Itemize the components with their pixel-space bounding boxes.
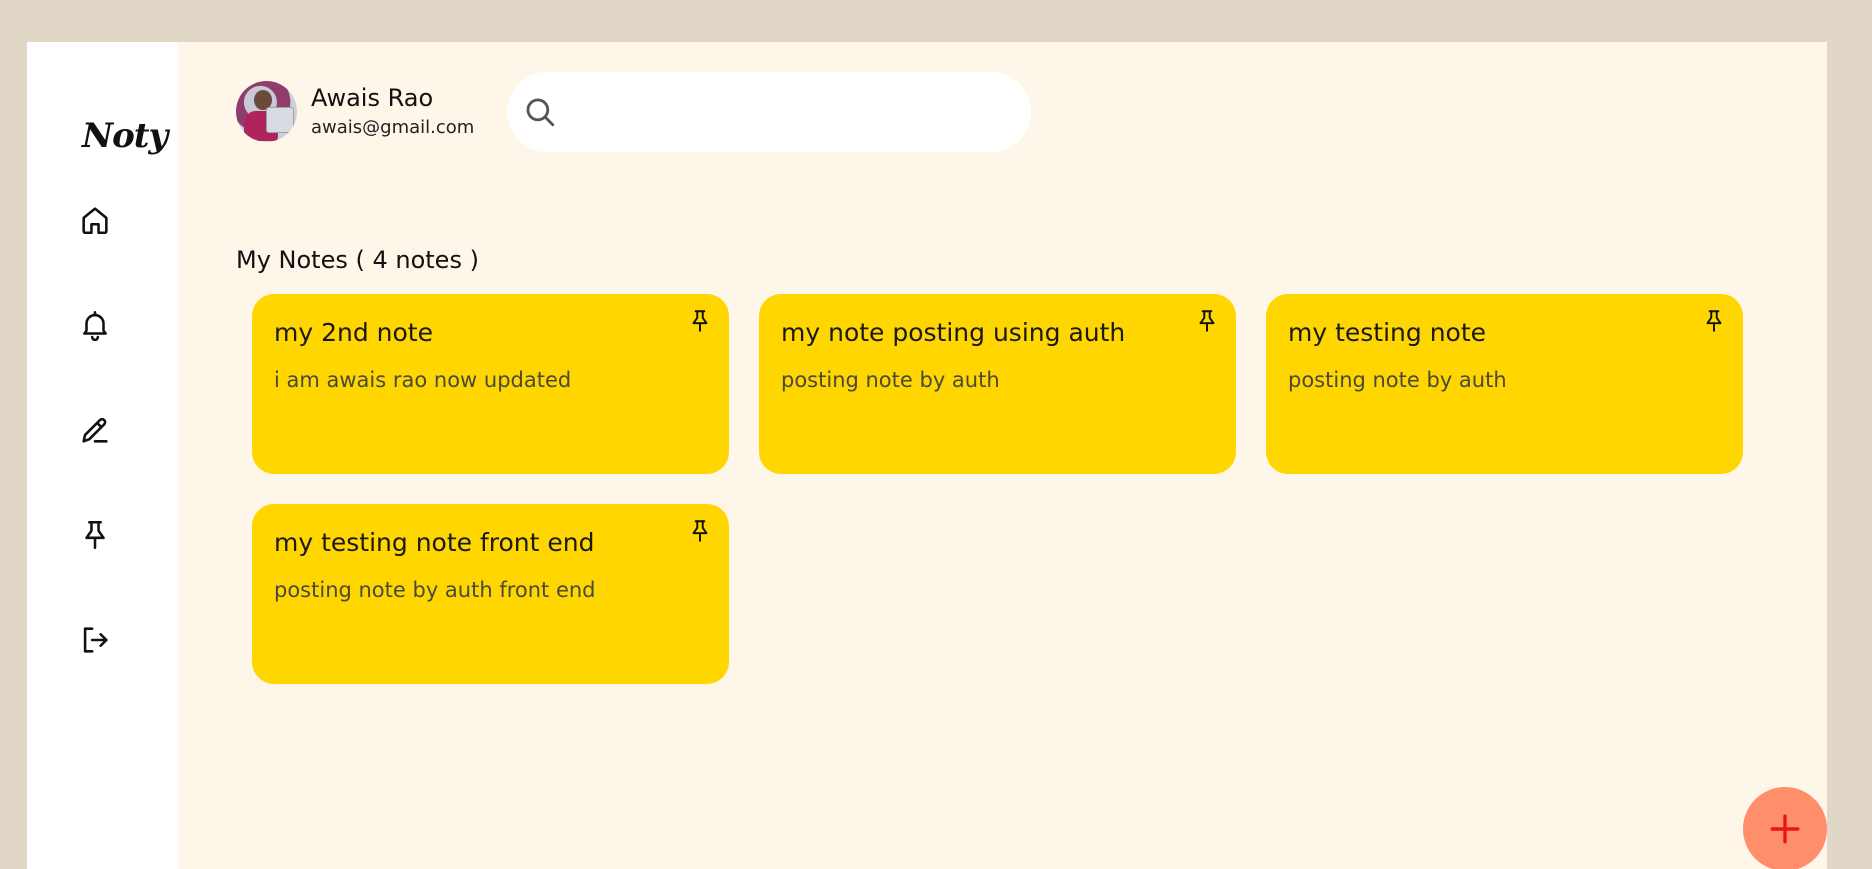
bell-icon: [83, 310, 107, 342]
logout-icon: [83, 627, 108, 653]
pin-icon[interactable]: [1194, 308, 1220, 334]
app-logo[interactable]: Noty: [82, 116, 168, 156]
note-title: my 2nd note: [274, 318, 433, 347]
pencil-icon: [82, 417, 108, 443]
note-card[interactable]: my testing note posting note by auth: [1266, 294, 1743, 474]
sidebar-item-home[interactable]: [73, 198, 117, 242]
pin-icon: [85, 520, 105, 550]
sidebar-item-edit[interactable]: [73, 408, 117, 452]
notes-section-title: My Notes ( 4 notes ): [236, 246, 479, 274]
home-icon: [82, 207, 108, 235]
note-title: my testing note front end: [274, 528, 595, 557]
note-card[interactable]: my testing note front end posting note b…: [252, 504, 729, 684]
search-icon[interactable]: [523, 95, 557, 129]
note-card[interactable]: my 2nd note i am awais rao now updated: [252, 294, 729, 474]
profile-text: Awais Rao awais@gmail.com: [311, 83, 474, 140]
note-body: posting note by auth front end: [274, 578, 596, 602]
note-title: my testing note: [1288, 318, 1487, 347]
note-card[interactable]: my note posting using auth posting note …: [759, 294, 1236, 474]
pin-icon[interactable]: [687, 518, 713, 544]
user-email: awais@gmail.com: [311, 117, 475, 138]
user-name: Awais Rao: [311, 84, 434, 112]
note-body: posting note by auth: [1288, 368, 1507, 392]
app-window: Noty Awais Rao awais@gmail.com My Notes …: [27, 42, 1827, 869]
sidebar-item-logout[interactable]: [73, 618, 117, 662]
sidebar-item-pinned[interactable]: [73, 513, 117, 557]
note-body: i am awais rao now updated: [274, 368, 572, 392]
avatar[interactable]: [236, 81, 297, 142]
plus-icon: [1770, 814, 1800, 844]
pin-icon[interactable]: [1701, 308, 1727, 334]
note-body: posting note by auth: [781, 368, 1000, 392]
user-profile[interactable]: Awais Rao awais@gmail.com: [236, 81, 474, 142]
sidebar: Noty: [27, 42, 178, 869]
sidebar-item-notifications[interactable]: [73, 303, 117, 347]
main-content: Awais Rao awais@gmail.com My Notes ( 4 n…: [178, 42, 1827, 869]
pin-icon[interactable]: [687, 308, 713, 334]
note-title: my note posting using auth: [781, 318, 1126, 347]
add-note-button[interactable]: [1743, 787, 1827, 869]
search-input[interactable]: [569, 91, 1013, 133]
search-bar[interactable]: [507, 72, 1031, 152]
